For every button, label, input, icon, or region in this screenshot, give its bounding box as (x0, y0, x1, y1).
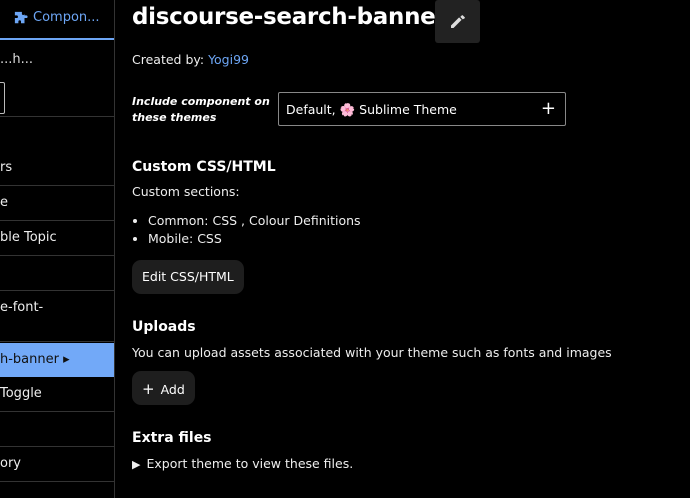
sidebar-item-search-banner[interactable]: h-banner ▸ (0, 343, 114, 377)
pencil-icon (451, 15, 465, 28)
include-label: Include component on these themes (132, 94, 270, 126)
sidebar-item[interactable] (0, 412, 114, 447)
include-label-line1: Include component on (132, 95, 270, 108)
theme-select-value: Default, 🌸 Sublime Theme (286, 102, 457, 117)
sidebar-item-label: e-font- (0, 300, 44, 315)
sidebar-item[interactable]: e (0, 186, 114, 221)
disclosure-triangle-icon: ▶ (132, 458, 141, 471)
custom-css-heading: Custom CSS/HTML (132, 159, 276, 175)
tab-components[interactable]: Compon... (0, 0, 114, 40)
sidebar-item[interactable]: rs (0, 151, 114, 186)
sidebar: Compon... ...h... rs e ble Topic e-font-… (0, 0, 115, 498)
divider (0, 116, 114, 117)
sidebar-input-edge[interactable] (0, 82, 5, 114)
sidebar-item[interactable] (0, 256, 114, 291)
tab-components-label: Compon... (33, 10, 100, 25)
sidebar-item-label: h-banner ▸ (0, 352, 70, 367)
sidebar-item-label: ory (0, 456, 21, 471)
sidebar-item-label: e (0, 195, 8, 210)
custom-sections-label: Custom sections: (132, 184, 240, 199)
puzzle-icon (14, 11, 28, 24)
custom-sections-list: Common: CSS , Colour Definitions Mobile:… (132, 212, 361, 248)
add-upload-label: Add (160, 382, 185, 397)
author-link[interactable]: Yogi99 (208, 52, 249, 67)
uploads-heading: Uploads (132, 319, 196, 335)
sidebar-item-label: rs (0, 160, 13, 175)
uploads-description: You can upload assets associated with yo… (132, 345, 612, 360)
add-upload-button[interactable]: + Add (132, 371, 195, 405)
plus-icon[interactable]: + (541, 98, 556, 119)
created-by: Created by: Yogi99 (132, 52, 249, 67)
sidebar-item-label: Toggle (0, 386, 42, 401)
plus-icon: + (142, 380, 155, 398)
page-title: discourse-search-banner (132, 4, 447, 30)
theme-select[interactable]: Default, 🌸 Sublime Theme + (278, 92, 566, 126)
list-item: Common: CSS , Colour Definitions (148, 212, 361, 230)
edit-name-button[interactable] (435, 0, 480, 43)
sidebar-item[interactable]: ble Topic (0, 221, 114, 256)
sidebar-item[interactable]: Toggle (0, 377, 114, 412)
sidebar-truncated-text: ...h... (0, 52, 34, 67)
sidebar-item[interactable]: ory (0, 447, 114, 482)
extra-files-summary: Export theme to view these files. (146, 456, 354, 471)
extra-files-heading: Extra files (132, 430, 212, 446)
edit-css-html-button[interactable]: Edit CSS/HTML (132, 260, 244, 294)
main-content: discourse-search-banner Created by: Yogi… (132, 0, 690, 498)
include-label-line2: these themes (132, 111, 217, 124)
sidebar-item[interactable]: e-font- (0, 291, 114, 342)
created-by-prefix: Created by: (132, 52, 209, 67)
list-item: Mobile: CSS (148, 230, 361, 248)
extra-files-details[interactable]: ▶ Export theme to view these files. (132, 456, 353, 471)
sidebar-item-label: ble Topic (0, 230, 57, 245)
